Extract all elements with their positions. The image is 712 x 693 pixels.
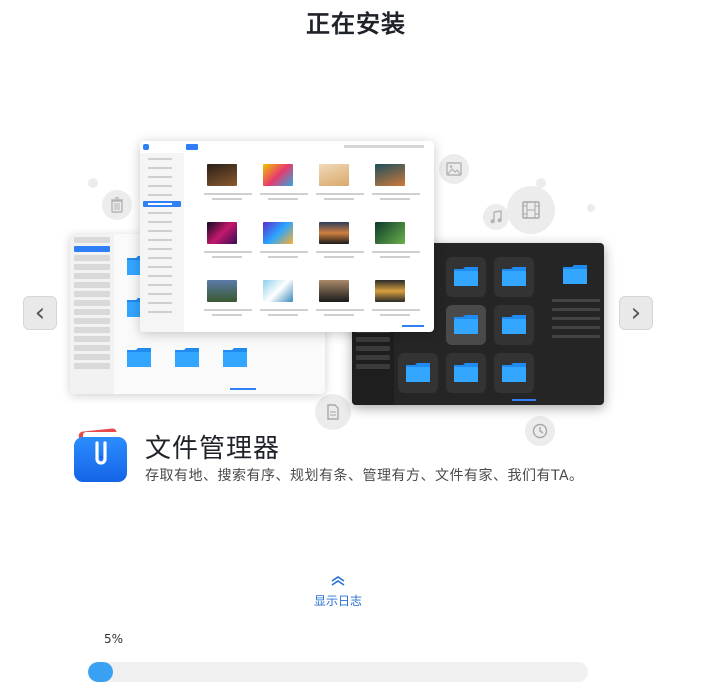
document-icon <box>315 394 351 430</box>
progress-bar <box>88 662 588 682</box>
preview-sidebar <box>70 234 114 394</box>
folder-icon <box>501 361 527 383</box>
show-log-label: 显示日志 <box>313 594 362 608</box>
show-log-toggle[interactable]: 显示日志 <box>300 574 376 614</box>
preview-detail-panel <box>548 253 604 403</box>
folder-icon <box>562 263 588 285</box>
clock-icon <box>525 416 555 446</box>
folder-icon <box>174 346 200 368</box>
app-name: 文件管理器 <box>145 434 281 464</box>
decor-dot <box>88 178 98 188</box>
film-icon <box>507 186 555 234</box>
chevron-up-icon <box>331 576 345 586</box>
decor-dot <box>587 204 595 212</box>
folder-icon <box>453 361 479 383</box>
trash-icon <box>102 190 132 220</box>
folder-icon <box>405 361 431 383</box>
previous-slide-button[interactable]: ‹ <box>23 296 57 330</box>
progress-bar-fill <box>88 662 113 682</box>
page-title: 正在安装 <box>306 10 406 38</box>
folder-icon <box>126 346 152 368</box>
folder-icon <box>501 313 527 335</box>
folder-icon <box>501 265 527 287</box>
file-manager-app-icon <box>73 427 128 483</box>
app-description: 存取有地、搜索有序、规划有条、管理有方、文件有家、我们有TA。 <box>145 468 584 484</box>
progress-percent-text: 5% <box>104 632 124 646</box>
preview-front-window <box>140 141 434 332</box>
music-icon <box>483 204 509 230</box>
folder-icon <box>453 265 479 287</box>
preview-sidebar <box>140 153 184 332</box>
folder-icon <box>453 313 479 335</box>
next-slide-button[interactable]: › <box>619 296 653 330</box>
decor-dot <box>536 178 546 188</box>
folder-icon <box>222 346 248 368</box>
image-icon <box>439 154 469 184</box>
preview-titlebar <box>140 141 434 153</box>
